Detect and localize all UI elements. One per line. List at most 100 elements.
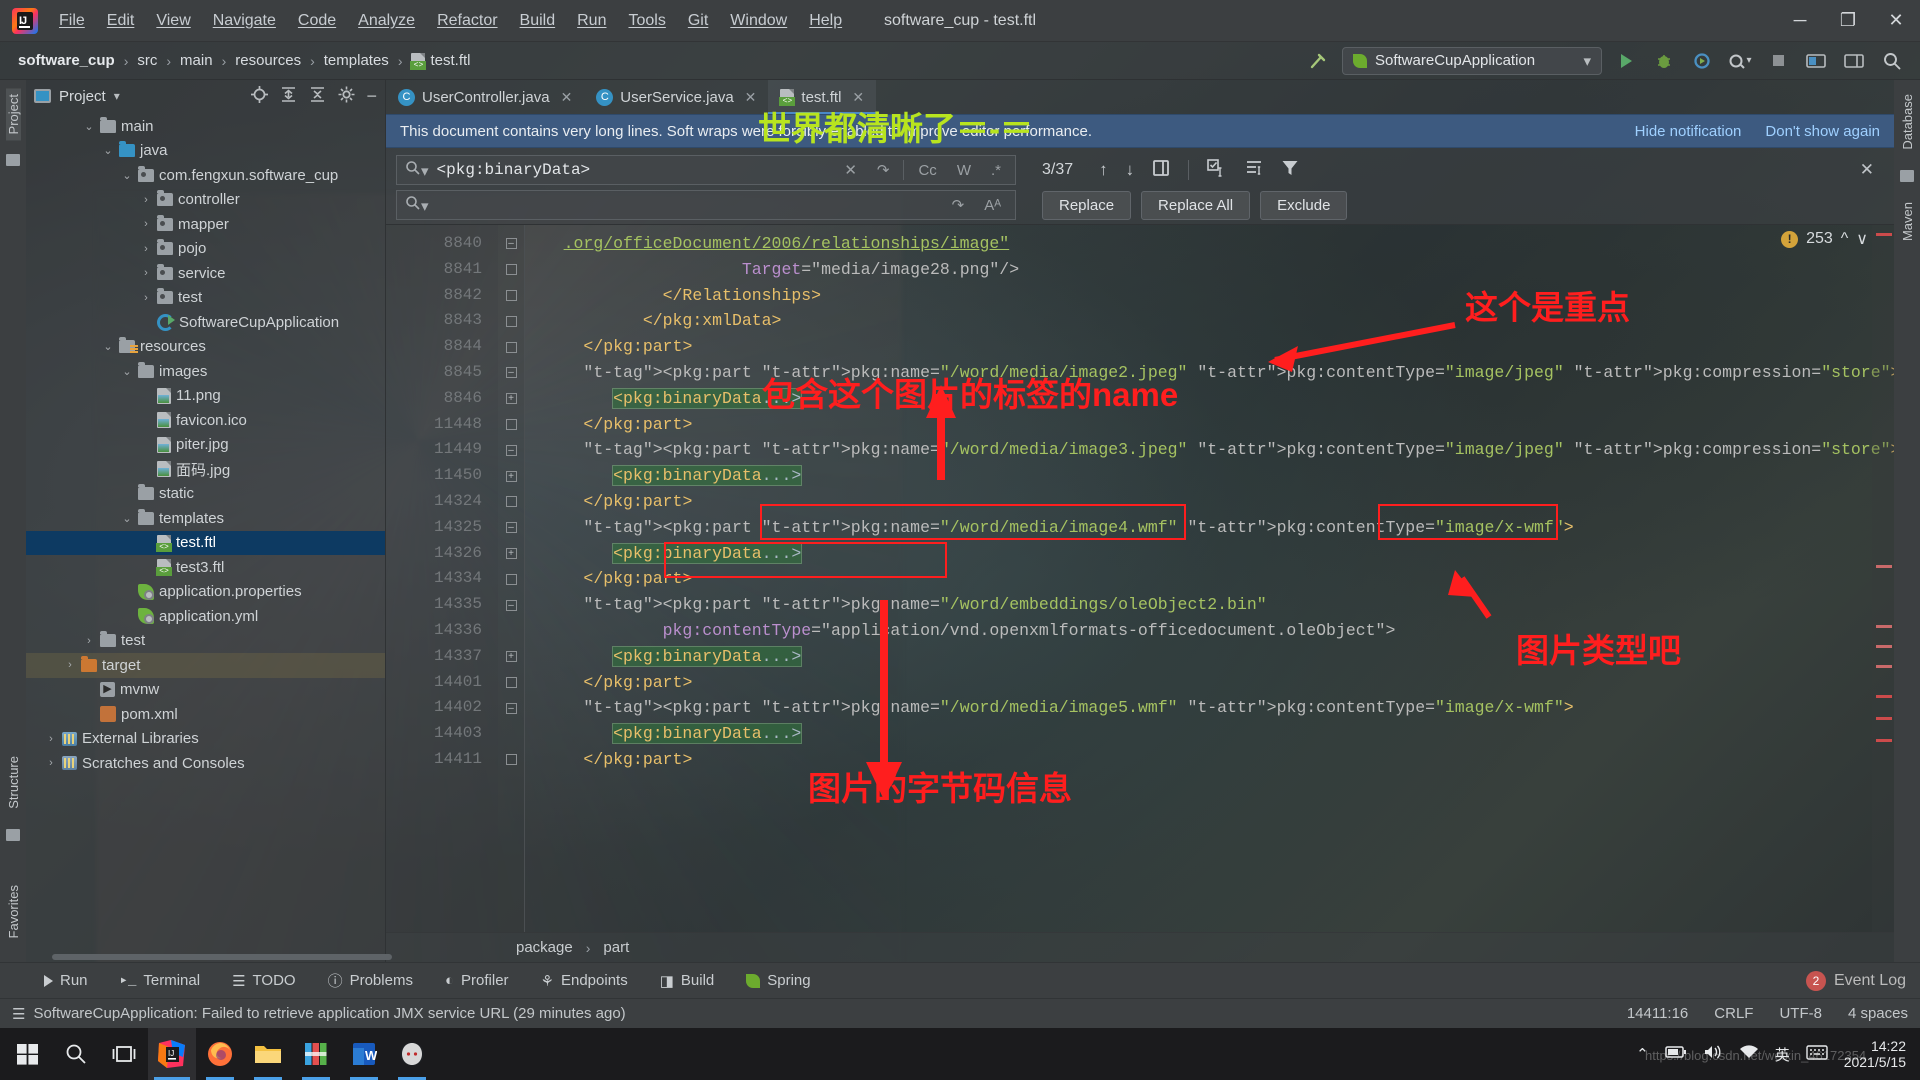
- fold-marker[interactable]: [498, 670, 524, 696]
- tool-window-structure[interactable]: Structure: [6, 750, 21, 815]
- build-hammer-icon[interactable]: [1304, 47, 1332, 75]
- hide-notification-link[interactable]: Hide notification: [1635, 123, 1742, 140]
- code-line[interactable]: </pkg:part>: [524, 489, 1894, 515]
- tree-node[interactable]: ›SoftwareCupApplication: [26, 310, 385, 335]
- tree-expand-arrow[interactable]: ›: [45, 733, 57, 745]
- fold-end-icon[interactable]: [505, 573, 517, 585]
- regex-toggle[interactable]: .*: [985, 162, 1007, 179]
- inspection-widget[interactable]: ! 253 ^ ∨: [1781, 229, 1868, 249]
- fold-marker[interactable]: [498, 334, 524, 360]
- preserve-case-icon[interactable]: [1245, 159, 1263, 182]
- main-menu[interactable]: File Edit View Navigate Code Analyze Ref…: [48, 7, 853, 35]
- taskbar-winrar-icon[interactable]: [292, 1028, 340, 1080]
- project-tree-hscrollbar[interactable]: [26, 952, 392, 962]
- breadcrumb-resources[interactable]: resources: [231, 50, 305, 71]
- tree-node[interactable]: › test: [26, 286, 385, 311]
- tree-node[interactable]: › service: [26, 261, 385, 286]
- fold-marker[interactable]: [498, 721, 524, 747]
- minimize-button[interactable]: ─: [1776, 0, 1824, 42]
- code-line[interactable]: </pkg:xmlData>: [524, 308, 1894, 334]
- preserve-case-toggle[interactable]: Aᴬ: [978, 197, 1007, 214]
- prev-problem-icon[interactable]: ^: [1841, 230, 1849, 248]
- tree-node[interactable]: ›favicon.ico: [26, 408, 385, 433]
- breadcrumb-file[interactable]: test.ftl: [407, 50, 474, 71]
- menu-refactor[interactable]: Refactor: [426, 7, 508, 35]
- code-breadcrumb-part[interactable]: part: [603, 939, 629, 956]
- code-editor[interactable]: 8840 8841 8842 8843 8844 8845 8846 11448 11449 11…: [386, 225, 1894, 932]
- fold-expand-icon[interactable]: +: [505, 547, 517, 559]
- fold-end-icon[interactable]: [505, 496, 517, 508]
- menu-build[interactable]: Build: [509, 7, 567, 35]
- tree-expand-arrow[interactable]: ›: [140, 218, 152, 230]
- event-log-button[interactable]: Event Log: [1834, 972, 1906, 990]
- menu-file[interactable]: File: [48, 7, 96, 35]
- fold-collapse-icon[interactable]: –: [505, 522, 517, 534]
- tool-profiler[interactable]: ◐ Profiler: [429, 972, 525, 989]
- replace-all-button[interactable]: Replace All: [1141, 190, 1251, 220]
- locate-file-icon[interactable]: [250, 85, 269, 108]
- taskbar-avatar-icon[interactable]: [388, 1028, 436, 1080]
- menu-analyze[interactable]: Analyze: [347, 7, 426, 35]
- close-icon[interactable]: ✕: [745, 89, 757, 106]
- tool-window-favorites[interactable]: Favorites: [6, 879, 21, 944]
- tree-node[interactable]: › Scratches and Consoles: [26, 751, 385, 776]
- caret-position[interactable]: 14411:16: [1627, 1005, 1688, 1022]
- fold-marker[interactable]: –: [498, 437, 524, 463]
- code-line[interactable]: <pkg:binaryData...>: [524, 386, 1894, 412]
- analysis-scrollbar[interactable]: [1872, 225, 1894, 932]
- code-line[interactable]: pkg:contentType="application/vnd.openxml…: [524, 618, 1894, 644]
- code-line[interactable]: </pkg:part>: [524, 412, 1894, 438]
- menu-code[interactable]: Code: [287, 7, 347, 35]
- close-button[interactable]: ✕: [1872, 0, 1920, 42]
- updates-icon[interactable]: [1802, 47, 1830, 75]
- fold-end-icon[interactable]: [505, 315, 517, 327]
- exclude-button[interactable]: Exclude: [1260, 190, 1348, 220]
- maximize-button[interactable]: ❐: [1824, 0, 1872, 42]
- fold-marker[interactable]: –: [498, 231, 524, 257]
- run-configuration-selector[interactable]: SoftwareCupApplication ▾: [1342, 46, 1602, 75]
- fold-marker[interactable]: +: [498, 463, 524, 489]
- tree-node[interactable]: › target: [26, 653, 385, 678]
- menu-tools[interactable]: Tools: [617, 7, 676, 35]
- tool-terminal[interactable]: ▸_ Terminal: [104, 972, 217, 989]
- tool-window-database[interactable]: Database: [1900, 88, 1915, 156]
- tree-node[interactable]: ›application.properties: [26, 580, 385, 605]
- replace-button[interactable]: Replace: [1042, 190, 1132, 220]
- tab-usercontroller[interactable]: C UserController.java ✕: [386, 80, 584, 114]
- tree-node[interactable]: ›11.png: [26, 384, 385, 409]
- code-line[interactable]: "t-tag"><pkg:part "t-attr">pkg:name="/wo…: [524, 592, 1894, 618]
- start-button[interactable]: [4, 1028, 52, 1080]
- code-line[interactable]: "t-tag"><pkg:part "t-attr">pkg:name="/wo…: [524, 437, 1894, 463]
- debug-button[interactable]: [1650, 47, 1678, 75]
- fold-collapse-icon[interactable]: –: [505, 702, 517, 714]
- tree-expand-arrow[interactable]: ⌄: [121, 365, 133, 378]
- search-icon[interactable]: [1878, 47, 1906, 75]
- project-tree[interactable]: ⌄ main ⌄ java ⌄ com.fengxun.software_cup › cont…: [26, 112, 385, 952]
- dont-show-again-link[interactable]: Don't show again: [1765, 123, 1880, 140]
- code-line[interactable]: </pkg:part>: [524, 670, 1894, 696]
- tool-spring[interactable]: Spring: [730, 972, 826, 989]
- tab-userservice[interactable]: C UserService.java ✕: [584, 80, 768, 114]
- filter-icon[interactable]: [1281, 159, 1299, 182]
- fold-marker[interactable]: [498, 747, 524, 773]
- breadcrumb-project[interactable]: software_cup: [14, 50, 119, 71]
- tree-node[interactable]: › controller: [26, 188, 385, 213]
- fold-marker[interactable]: [498, 257, 524, 283]
- replace-input[interactable]: ▾ ↷ Aᴬ: [396, 190, 1016, 220]
- open-in-find-window-icon[interactable]: [1152, 159, 1170, 182]
- layout-icon[interactable]: [1840, 47, 1868, 75]
- code-line[interactable]: </pkg:part>: [524, 334, 1894, 360]
- chevron-down-icon[interactable]: ▾: [1583, 52, 1591, 70]
- tool-endpoints[interactable]: ⚘ Endpoints: [525, 972, 644, 990]
- code-line[interactable]: <pkg:binaryData...>: [524, 721, 1894, 747]
- fold-marker[interactable]: –: [498, 695, 524, 721]
- stop-button[interactable]: [1764, 47, 1792, 75]
- editor-tabs[interactable]: C UserController.java ✕ C UserService.ja…: [386, 80, 1894, 114]
- window-controls[interactable]: ─ ❐ ✕: [1776, 0, 1920, 42]
- tree-node[interactable]: ›piter.jpg: [26, 433, 385, 458]
- menu-git[interactable]: Git: [677, 7, 719, 35]
- tree-node[interactable]: ⌄ templates: [26, 506, 385, 531]
- tree-node[interactable]: ›面码.jpg: [26, 457, 385, 482]
- fold-expand-icon[interactable]: +: [505, 651, 517, 663]
- tree-expand-arrow[interactable]: ⌄: [102, 340, 114, 353]
